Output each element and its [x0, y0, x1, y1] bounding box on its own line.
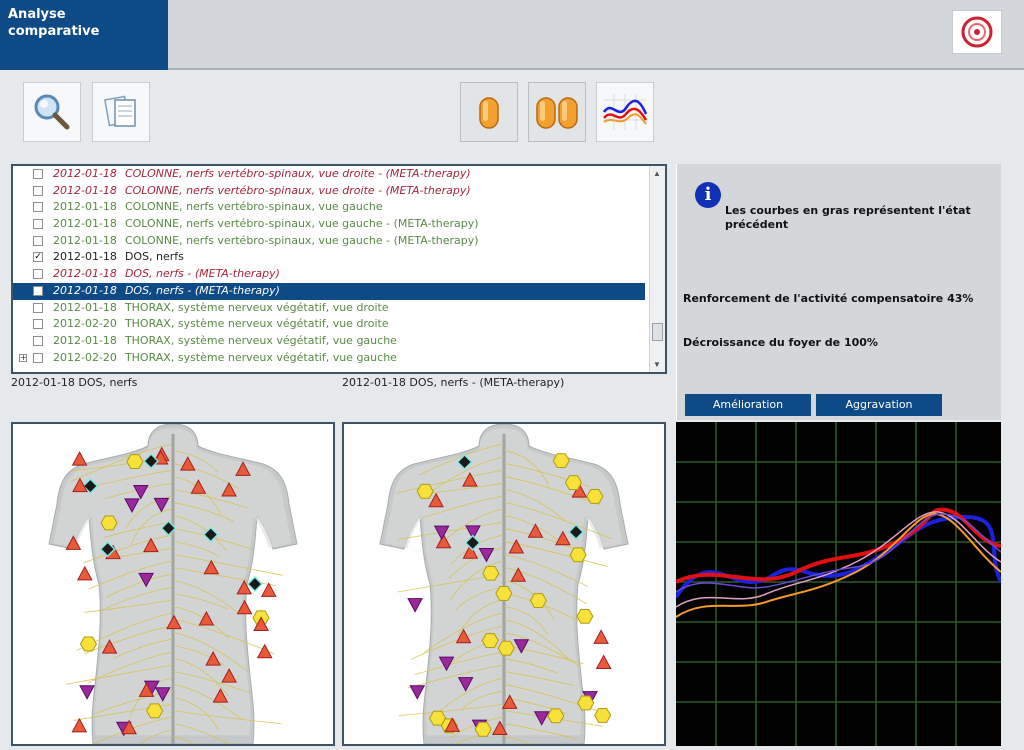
scroll-thumb[interactable]	[652, 323, 663, 341]
curves-plot	[674, 422, 1003, 746]
row-text: DOS, nerfs - (META-therapy)	[124, 283, 280, 297]
list-item[interactable]: 2012-01-18 THORAX, système nerveux végéta…	[13, 300, 665, 317]
list-item[interactable]: 2012-01-18 COLONNE, nerfs vertébro-spinau…	[13, 233, 665, 250]
row-label: 2012-02-20	[53, 317, 117, 331]
focus-decrease-stat: Décroissance du foyer de 100%	[683, 336, 878, 349]
list-item[interactable]: 2012-01-18 DOS, nerfs - (META-therapy)	[13, 282, 645, 300]
back-anatomy-right	[379, 424, 629, 744]
improvement-button[interactable]: Amélioration	[685, 394, 811, 416]
row-label: 2012-01-18	[53, 300, 117, 314]
row-text: COLONNE, nerfs vertébro-spinaux, vue gau…	[124, 217, 479, 231]
compare-view-button[interactable]	[528, 82, 586, 142]
magnifier-icon	[34, 94, 70, 130]
window-title: Analyse comparative	[0, 0, 168, 70]
curves-button[interactable]	[596, 82, 654, 142]
row-text: THORAX, système nerveux végétatif, vue d…	[124, 300, 389, 314]
left-view-caption: 2012-01-18 DOS, nerfs	[11, 376, 138, 389]
back-anatomy-left	[48, 424, 298, 744]
row-checkbox[interactable]	[33, 352, 43, 363]
row-label: 2012-01-18	[53, 233, 117, 247]
list-item[interactable]: 2012-01-18 COLONNE, nerfs vertébro-spinau…	[13, 216, 665, 233]
row-checkbox[interactable]	[33, 302, 43, 313]
row-checkbox[interactable]	[33, 169, 43, 179]
documents-button[interactable]	[92, 82, 150, 142]
row-text: DOS, nerfs	[124, 250, 184, 264]
row-checkbox[interactable]	[33, 202, 43, 213]
curves-chart-icon	[602, 94, 648, 130]
row-text: COLONNE, nerfs vertébro-spinaux, vue dro…	[124, 167, 471, 180]
row-text: COLONNE, nerfs vertébro-spinaux, vue dro…	[124, 183, 471, 197]
right-back-view[interactable]	[342, 422, 666, 746]
aggravation-button[interactable]: Aggravation	[816, 394, 942, 416]
info-note: Les courbes en gras représentent l'état …	[725, 204, 971, 231]
row-label: 2012-01-18	[53, 183, 117, 197]
scroll-up-icon[interactable]: ▲	[653, 169, 661, 178]
list-item[interactable]: 2012-01-18 COLONNE, nerfs vertébro-spinau…	[13, 183, 665, 200]
search-button[interactable]	[23, 82, 81, 142]
row-label: 2012-01-18	[53, 333, 117, 347]
title-bar	[168, 0, 1024, 70]
list-item[interactable]: 2012-01-18 COLONNE, nerfs vertébro-spinau…	[13, 199, 665, 216]
app-logo-icon	[961, 16, 993, 48]
row-checkbox[interactable]: ✓	[33, 252, 43, 263]
compensatory-activity-stat: Renforcement de l'activité compensatoire…	[683, 292, 974, 305]
list-item[interactable]: 2012-02-20 THORAX, système nerveux végéta…	[13, 316, 665, 333]
list-item[interactable]: 2012-01-18 DOS, nerfs - (META-therapy)	[13, 266, 665, 283]
single-view-button[interactable]	[460, 82, 518, 142]
row-checkbox[interactable]	[33, 319, 43, 330]
list-item[interactable]: +2012-02-20 THORAX, système nerveux végét…	[13, 350, 665, 367]
list-item[interactable]: 2012-01-18 THORAX, système nerveux végéta…	[13, 333, 665, 350]
expand-icon[interactable]: +	[19, 353, 27, 362]
row-checkbox[interactable]	[33, 269, 43, 280]
row-label: 2012-01-18	[53, 267, 117, 281]
list-scrollbar[interactable]: ▲ ▼	[649, 166, 665, 372]
row-checkbox[interactable]	[33, 235, 43, 246]
curves-graph	[674, 422, 1003, 746]
row-label: 2012-01-18	[53, 200, 117, 214]
app-logo-button[interactable]	[952, 10, 1002, 54]
row-text: THORAX, système nerveux végétatif, vue d…	[124, 317, 389, 331]
row-checkbox[interactable]	[33, 335, 43, 346]
row-label: 2012-01-18	[53, 217, 117, 231]
info-panel: i Les courbes en gras représentent l'éta…	[676, 164, 1001, 420]
row-checkbox[interactable]	[33, 185, 43, 196]
row-label: 2012-01-18	[53, 167, 117, 180]
session-list[interactable]: 2012-01-18 COLONNE, nerfs vertébro-spinau…	[11, 164, 667, 374]
list-item[interactable]: 2012-01-18 COLONNE, nerfs vertébro-spinau…	[13, 166, 665, 183]
row-checkbox[interactable]	[33, 285, 43, 296]
row-label: 2012-02-20	[53, 350, 117, 364]
row-checkbox[interactable]	[33, 219, 43, 230]
documents-icon	[104, 95, 136, 127]
row-text: COLONNE, nerfs vertébro-spinaux, vue gau…	[124, 200, 383, 214]
row-text: THORAX, système nerveux végétatif, vue g…	[124, 333, 397, 347]
right-view-caption: 2012-01-18 DOS, nerfs - (META-therapy)	[342, 376, 565, 389]
row-text: DOS, nerfs - (META-therapy)	[124, 267, 280, 281]
row-text: COLONNE, nerfs vertébro-spinaux, vue gau…	[124, 233, 479, 247]
scroll-down-icon[interactable]: ▼	[653, 360, 661, 369]
single-capsule-icon	[479, 97, 499, 129]
info-icon: i	[695, 182, 721, 208]
double-capsule-icon	[536, 97, 578, 129]
left-back-view[interactable]	[11, 422, 335, 746]
row-label: 2012-01-18	[53, 250, 117, 264]
app-window: Analyse comparative 2012-01-18 COLONNE, …	[0, 0, 1024, 750]
list-item[interactable]: ✓ 2012-01-18 DOS, nerfs	[13, 249, 665, 266]
row-label: 2012-01-18	[53, 283, 117, 297]
row-text: THORAX, système nerveux végétatif, vue g…	[124, 350, 397, 364]
